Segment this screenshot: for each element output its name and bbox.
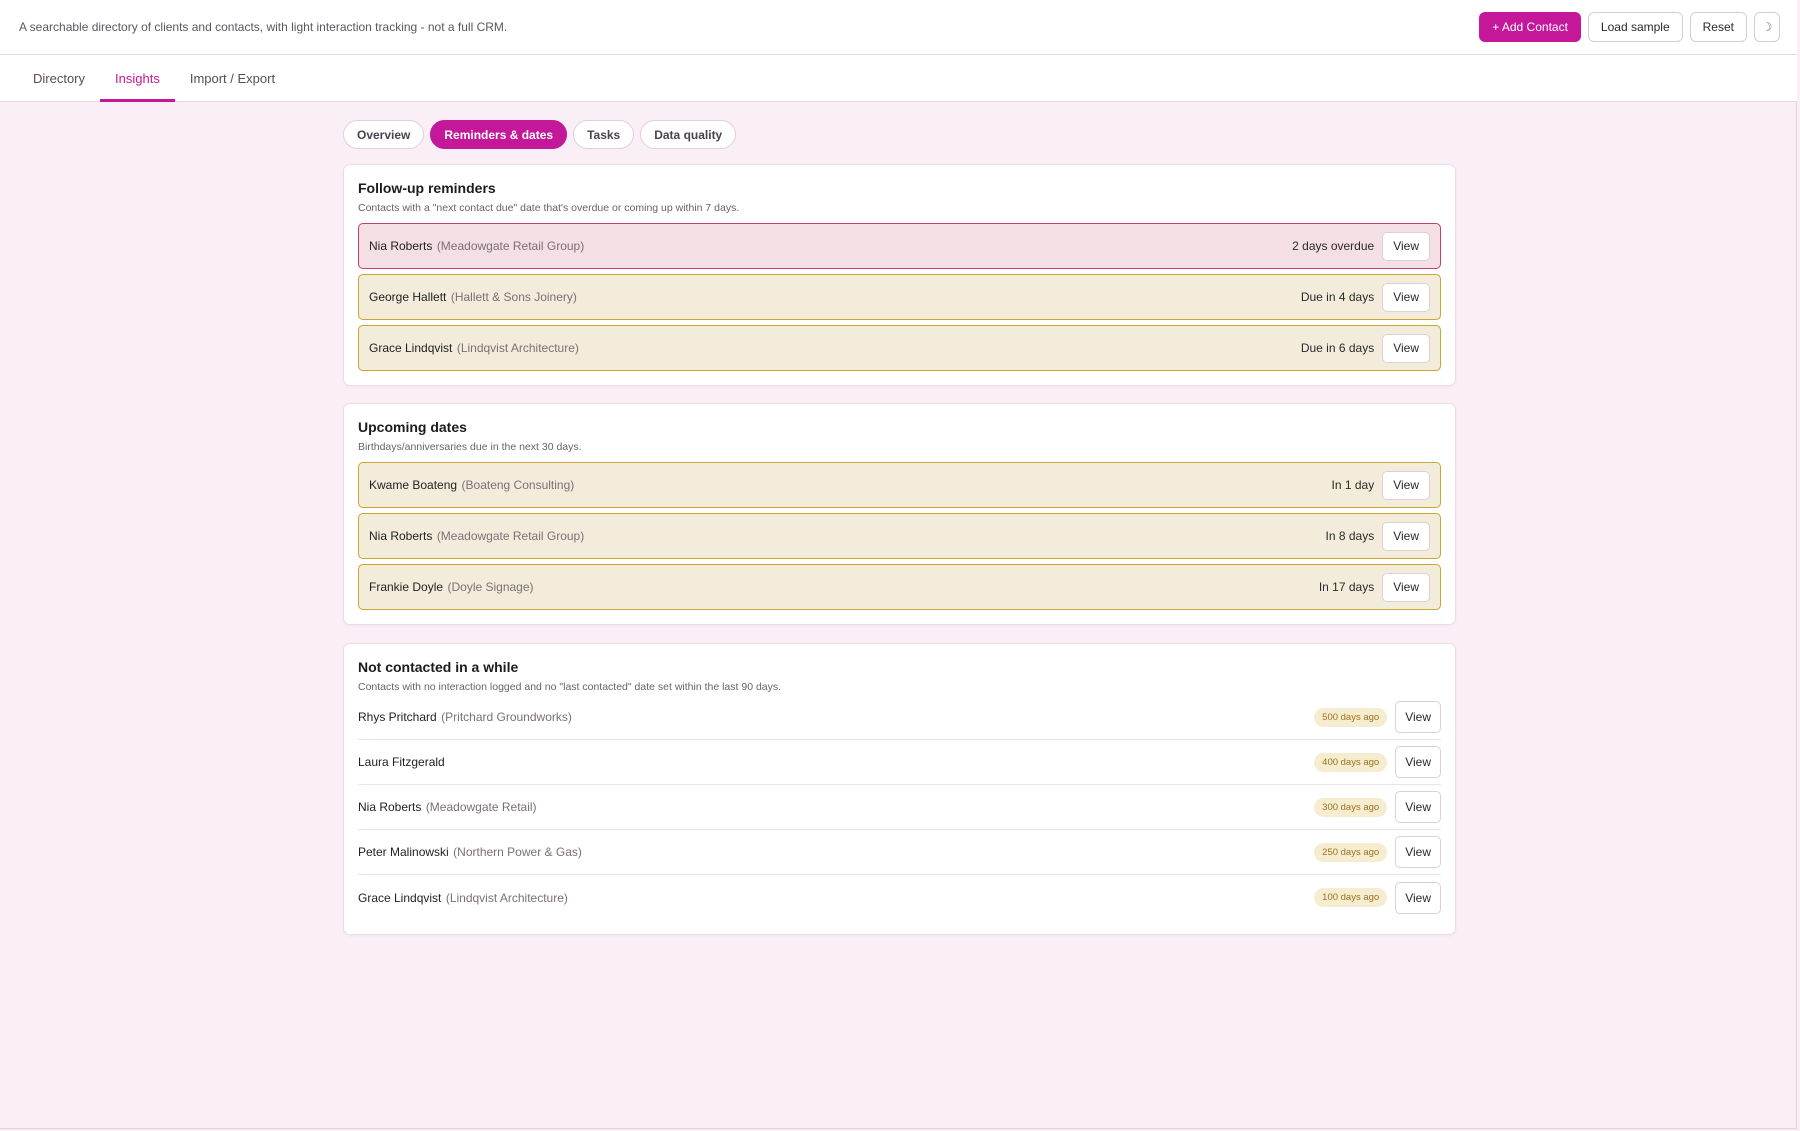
- view-button[interactable]: View: [1382, 282, 1430, 312]
- not-contacted-row: Nia Roberts (Meadowgate Retail) 300 days…: [358, 785, 1441, 830]
- not-contacted-row: Laura Fitzgerald 400 days ago View: [358, 740, 1441, 785]
- main-tabs: Directory Insights Import / Export: [0, 55, 1797, 102]
- contact-name[interactable]: George Hallett: [369, 290, 446, 304]
- contact-name[interactable]: Nia Roberts: [369, 529, 432, 543]
- load-sample-button[interactable]: Load sample: [1587, 12, 1683, 42]
- app-tagline: A searchable directory of clients and co…: [19, 20, 508, 34]
- subtab-reminders-dates[interactable]: Reminders & dates: [430, 120, 568, 149]
- insights-subtabs: Overview Reminders & dates Tasks Data qu…: [343, 120, 737, 149]
- view-button[interactable]: View: [1395, 701, 1441, 733]
- reminder-row: Nia Roberts (Meadowgate Retail Group) 2 …: [358, 223, 1441, 269]
- days-ago-badge: 500 days ago: [1314, 707, 1388, 727]
- not-contacted-title: Not contacted in a while: [358, 659, 519, 675]
- contact-name[interactable]: Nia Roberts: [358, 800, 421, 814]
- view-button[interactable]: View: [1382, 521, 1430, 551]
- contact-company: (Boateng Consulting): [461, 478, 575, 492]
- upcoming-description: Birthdays/anniversaries due in the next …: [358, 441, 582, 453]
- subtab-overview[interactable]: Overview: [343, 120, 425, 149]
- upcoming-status: In 17 days: [1318, 580, 1375, 594]
- contact-company: (Meadowgate Retail Group): [436, 239, 585, 253]
- upcoming-row: Nia Roberts (Meadowgate Retail Group) In…: [358, 513, 1441, 559]
- not-contacted-row: Grace Lindqvist (Lindqvist Architecture)…: [358, 875, 1441, 920]
- upcoming-row: Frankie Doyle (Doyle Signage) In 17 days…: [358, 564, 1441, 610]
- reminder-row: Grace Lindqvist (Lindqvist Architecture)…: [358, 325, 1441, 371]
- upcoming-status: In 1 day: [1331, 478, 1375, 492]
- tab-import-export[interactable]: Import / Export: [175, 55, 290, 102]
- contact-name[interactable]: Grace Lindqvist: [369, 341, 452, 355]
- not-contacted-row: Rhys Pritchard (Pritchard Groundworks) 5…: [358, 695, 1441, 740]
- upcoming-dates-card: Upcoming dates Birthdays/anniversaries d…: [343, 403, 1456, 625]
- contact-name[interactable]: Frankie Doyle: [369, 580, 443, 594]
- contact-company: (Hallett & Sons Joinery): [450, 290, 577, 304]
- tab-insights[interactable]: Insights: [100, 55, 175, 102]
- reset-button[interactable]: Reset: [1689, 12, 1747, 42]
- subtab-data-quality[interactable]: Data quality: [640, 120, 737, 149]
- subtab-tasks[interactable]: Tasks: [573, 120, 635, 149]
- upcoming-row: Kwame Boateng (Boateng Consulting) In 1 …: [358, 462, 1441, 508]
- theme-toggle-icon[interactable]: ☽: [1754, 12, 1780, 42]
- contact-company: (Meadowgate Retail): [425, 800, 537, 814]
- view-button[interactable]: View: [1395, 881, 1441, 914]
- days-ago-badge: 250 days ago: [1314, 842, 1388, 862]
- contact-name[interactable]: Grace Lindqvist: [358, 891, 441, 905]
- view-button[interactable]: View: [1395, 836, 1441, 868]
- days-ago-badge: 300 days ago: [1314, 797, 1388, 817]
- contact-name[interactable]: Peter Malinowski: [358, 845, 449, 859]
- view-button[interactable]: View: [1395, 746, 1441, 778]
- followup-reminders-card: Follow-up reminders Contacts with a "nex…: [343, 164, 1456, 386]
- contact-name[interactable]: Laura Fitzgerald: [358, 755, 445, 769]
- contact-company: (Meadowgate Retail Group): [436, 529, 585, 543]
- contact-company: (Lindqvist Architecture): [445, 890, 568, 905]
- not-contacted-card: Not contacted in a while Contacts with n…: [343, 643, 1456, 935]
- view-button[interactable]: View: [1382, 470, 1430, 500]
- contact-name[interactable]: Kwame Boateng: [369, 478, 457, 492]
- app-header: A searchable directory of clients and co…: [0, 0, 1797, 55]
- reminder-row: George Hallett (Hallett & Sons Joinery) …: [358, 274, 1441, 320]
- reminder-status: 2 days overdue: [1292, 239, 1375, 253]
- contact-name[interactable]: Nia Roberts: [369, 239, 432, 253]
- days-ago-badge: 400 days ago: [1314, 752, 1388, 772]
- contact-company: (Doyle Signage): [447, 580, 534, 594]
- reminder-status: Due in 6 days: [1300, 341, 1375, 355]
- contact-company: (Lindqvist Architecture): [456, 341, 579, 355]
- followup-description: Contacts with a "next contact due" date …: [358, 202, 740, 214]
- view-button[interactable]: View: [1382, 333, 1430, 363]
- contact-company: (Northern Power & Gas): [453, 845, 582, 859]
- followup-title: Follow-up reminders: [358, 180, 496, 196]
- reminder-status: Due in 4 days: [1300, 290, 1375, 304]
- add-contact-button[interactable]: + Add Contact: [1479, 12, 1581, 42]
- view-button[interactable]: View: [1382, 231, 1430, 261]
- tab-directory[interactable]: Directory: [18, 55, 100, 102]
- upcoming-status: In 8 days: [1325, 529, 1375, 543]
- not-contacted-row: Peter Malinowski (Northern Power & Gas) …: [358, 830, 1441, 875]
- view-button[interactable]: View: [1395, 791, 1441, 823]
- contact-name[interactable]: Rhys Pritchard: [358, 710, 437, 724]
- not-contacted-description: Contacts with no interaction logged and …: [358, 681, 782, 693]
- contact-company: (Pritchard Groundworks): [441, 710, 572, 724]
- upcoming-title: Upcoming dates: [358, 419, 467, 435]
- view-button[interactable]: View: [1382, 572, 1430, 602]
- header-actions: + Add Contact Load sample Reset ☽: [1479, 12, 1780, 42]
- days-ago-badge: 100 days ago: [1314, 888, 1388, 907]
